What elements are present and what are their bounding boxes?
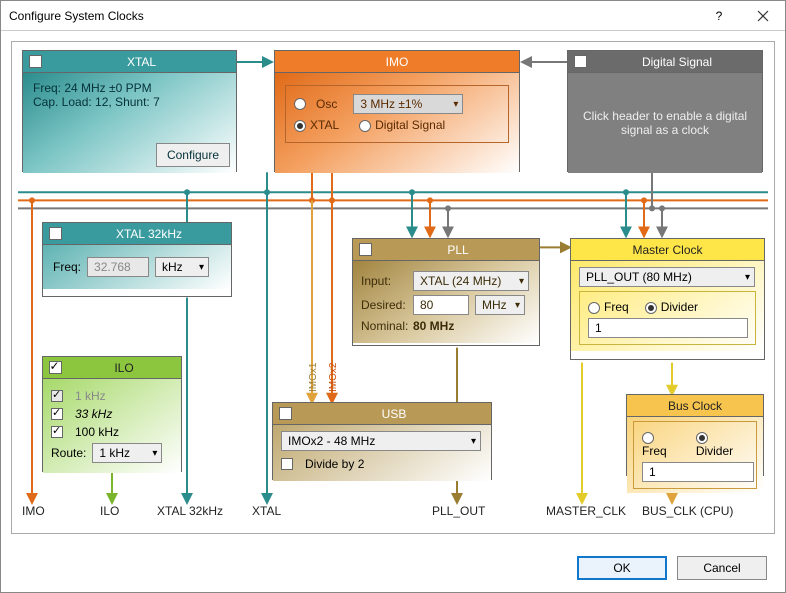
ilo-enable-checkbox[interactable] [45, 358, 65, 378]
pll-desired-unit-select[interactable]: MHz▾ [475, 295, 525, 315]
usb-enable-checkbox[interactable] [275, 404, 295, 424]
imox2-label: IMOx2 [328, 363, 339, 392]
ilo-panel: ILO 1 kHz 33 kHz 100 kHz Route: 1 kHz▾ [42, 356, 182, 472]
digital-signal-hint: Click header to enable a digital signal … [582, 109, 748, 137]
ilo-title: ILO [67, 361, 181, 375]
digital-signal-header[interactable]: Digital Signal [568, 51, 762, 73]
pll-title: PLL [377, 243, 539, 257]
imo-panel: IMO Osc 3 MHz ±1%▾ XTAL Digi [274, 50, 520, 172]
xtal32-freq-input: 32.768 [87, 257, 149, 277]
bus-clock-title: Bus Clock [627, 399, 763, 413]
imox1-label: IMOx1 [308, 363, 319, 392]
imo-osc-select[interactable]: 3 MHz ±1%▾ [353, 94, 463, 114]
xtal32-panel: XTAL 32kHz Freq: 32.768 kHz▾ [42, 222, 232, 297]
xtal-enable-checkbox[interactable] [25, 52, 45, 72]
bus-clock-freq-radio[interactable]: Freq [642, 430, 682, 458]
ilo-route-label: Route: [51, 446, 86, 460]
usb-div2-checkbox[interactable]: Divide by 2 [281, 457, 483, 471]
digital-signal-panel: Digital Signal Click header to enable a … [567, 50, 763, 172]
imo-title: IMO [275, 55, 519, 69]
close-icon [757, 10, 769, 22]
dialog-footer: OK Cancel [1, 544, 785, 592]
master-clock-source-select[interactable]: PLL_OUT (80 MHz)▾ [579, 267, 755, 287]
canvas-wrap: XTAL Freq: 24 MHz ±0 PPM Cap. Load: 12, … [1, 31, 785, 544]
xtal32-freq-label: Freq: [53, 260, 81, 274]
master-clock-divider-radio[interactable]: Divider [645, 300, 698, 314]
out-pll-label: PLL_OUT [432, 504, 485, 518]
xtal-freq-text: Freq: 24 MHz ±0 PPM [33, 81, 226, 95]
bus-clock-value-input[interactable]: 1 [642, 462, 754, 482]
xtal-panel: XTAL Freq: 24 MHz ±0 PPM Cap. Load: 12, … [22, 50, 237, 172]
bus-clock-divider-radio[interactable]: Divider [696, 430, 748, 458]
out-xtal-label: XTAL [252, 504, 281, 518]
pll-nominal-label: Nominal: [361, 319, 407, 333]
imo-xtal-radio[interactable]: XTAL [294, 118, 339, 132]
xtal-title: XTAL [47, 55, 236, 69]
out-imo-label: IMO [22, 504, 45, 518]
dialog-window: Configure System Clocks ? [0, 0, 786, 593]
digital-signal-title: Digital Signal [592, 55, 762, 69]
imo-osc-label: Osc [316, 97, 337, 111]
ilo-opt-100khz[interactable]: 100 kHz [51, 425, 173, 439]
pll-desired-input[interactable]: 80 [413, 295, 469, 315]
ilo-opt-33khz[interactable]: 33 kHz [51, 407, 173, 421]
titlebar: Configure System Clocks ? [1, 1, 785, 31]
out-xtal32-label: XTAL 32kHz [157, 504, 223, 518]
window-title: Configure System Clocks [9, 9, 697, 23]
help-button[interactable]: ? [697, 1, 741, 31]
usb-title: USB [297, 407, 491, 421]
xtal-configure-button[interactable]: Configure [156, 143, 230, 167]
out-ilo-label: ILO [100, 504, 119, 518]
xtal32-unit-select[interactable]: kHz▾ [155, 257, 209, 277]
master-clock-title: Master Clock [571, 243, 764, 257]
cancel-button[interactable]: Cancel [677, 556, 767, 580]
master-clock-freq-radio[interactable]: Freq [588, 300, 629, 314]
xtal32-enable-checkbox[interactable] [45, 224, 65, 244]
ok-button[interactable]: OK [577, 556, 667, 580]
xtal32-title: XTAL 32kHz [67, 227, 231, 241]
imo-dsig-radio[interactable]: Digital Signal [359, 118, 445, 132]
out-master-label: MASTER_CLK [546, 504, 626, 518]
pll-desired-label: Desired: [361, 298, 407, 312]
ilo-route-select[interactable]: 1 kHz▾ [92, 443, 162, 463]
ilo-opt-1khz: 1 kHz [51, 389, 173, 403]
pll-input-label: Input: [361, 274, 407, 288]
clock-diagram: XTAL Freq: 24 MHz ±0 PPM Cap. Load: 12, … [11, 41, 775, 534]
usb-panel: USB IMOx2 - 48 MHz▾ Divide by 2 [272, 402, 492, 480]
pll-input-select[interactable]: XTAL (24 MHz)▾ [413, 271, 529, 291]
imo-osc-row[interactable]: Osc 3 MHz ±1%▾ [294, 94, 500, 114]
master-clock-value-input[interactable]: 1 [588, 318, 748, 338]
pll-panel: PLL Input: XTAL (24 MHz)▾ Desired: 80 MH… [352, 238, 540, 346]
xtal-cap-text: Cap. Load: 12, Shunt: 7 [33, 95, 226, 109]
master-clock-panel: Master Clock PLL_OUT (80 MHz)▾ Freq Divi… [570, 238, 765, 360]
out-bus-label: BUS_CLK (CPU) [642, 504, 733, 518]
bus-clock-panel: Bus Clock Freq Divider 1 [626, 394, 764, 476]
pll-enable-checkbox[interactable] [355, 240, 375, 260]
usb-source-select[interactable]: IMOx2 - 48 MHz▾ [281, 431, 481, 451]
close-button[interactable] [741, 1, 785, 31]
pll-nominal-value: 80 MHz [413, 319, 454, 333]
